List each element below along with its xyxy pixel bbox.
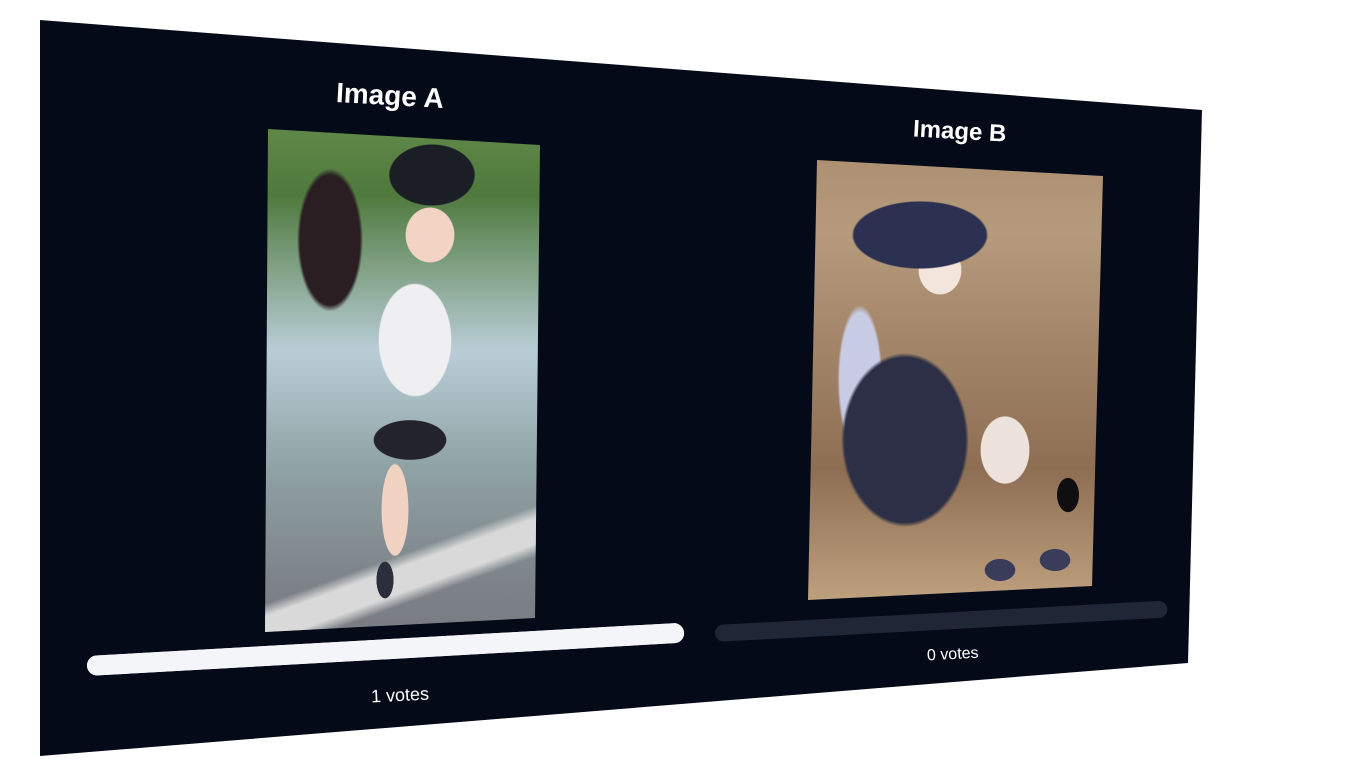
- option-a-title: Image A: [335, 77, 445, 114]
- vote-app: Image A 1 votes Image B 0 votes: [0, 0, 1353, 781]
- option-b-vote-count: 0 votes: [926, 644, 979, 665]
- option-b-title: Image B: [912, 115, 1008, 148]
- option-a-vote-count: 1 votes: [370, 683, 430, 707]
